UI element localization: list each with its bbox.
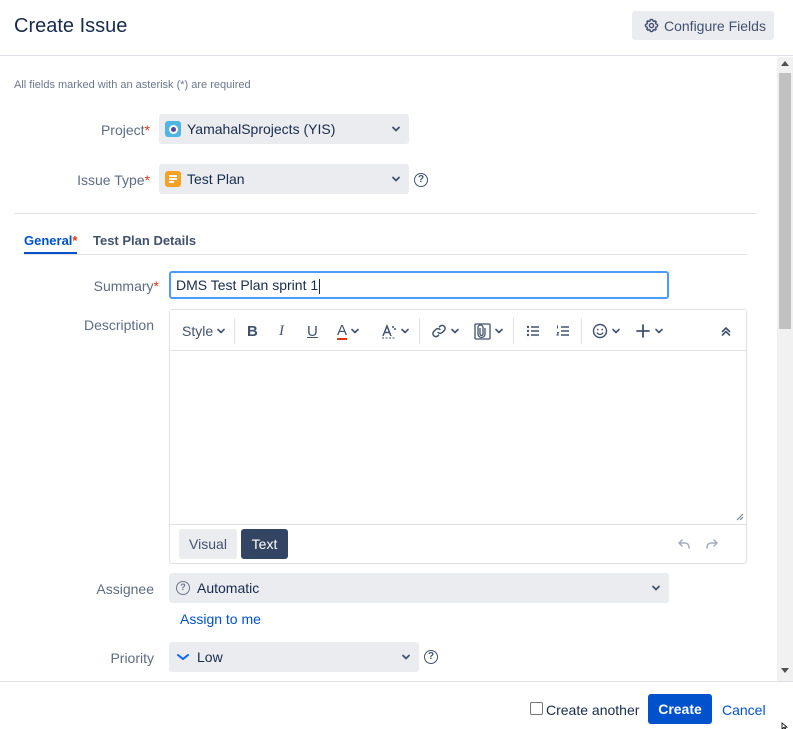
undo-icon[interactable] xyxy=(675,538,691,552)
insert-plus-icon[interactable] xyxy=(635,321,664,341)
priority-value: Low xyxy=(197,649,223,665)
resize-handle-icon[interactable] xyxy=(736,513,744,521)
assignee-select[interactable]: ? Automatic xyxy=(169,573,669,603)
summary-value: DMS Test Plan sprint 1 xyxy=(176,277,319,293)
chevron-down-icon xyxy=(392,176,400,182)
project-select[interactable]: YamahalSprojects (YIS) xyxy=(159,114,409,144)
required-star: * xyxy=(72,233,78,248)
required-star: * xyxy=(144,122,150,138)
chevron-down-icon xyxy=(652,585,660,591)
help-icon[interactable]: ? xyxy=(424,650,438,664)
dialog-body: All fields marked with an asterisk (*) a… xyxy=(0,57,793,681)
toolbar-separator xyxy=(513,318,514,344)
gear-icon xyxy=(644,18,659,33)
style-label: Style xyxy=(182,323,214,339)
assign-to-me-link[interactable]: Assign to me xyxy=(180,611,261,627)
priority-select[interactable]: Low xyxy=(169,642,419,672)
dialog-footer: Create another Create Cancel xyxy=(0,681,793,729)
body-scrollbar[interactable] xyxy=(777,57,793,681)
redo-icon[interactable] xyxy=(705,538,721,552)
scroll-up-arrow-icon[interactable] xyxy=(781,61,789,66)
underline-icon[interactable]: U xyxy=(307,321,318,341)
priority-low-icon xyxy=(177,654,189,660)
toolbar-separator xyxy=(234,318,235,344)
project-label: Project* xyxy=(100,122,150,138)
dialog-title: Create Issue xyxy=(14,15,128,37)
tab-test-plan-details[interactable]: Test Plan Details xyxy=(93,233,196,254)
issue-type-select[interactable]: Test Plan xyxy=(159,164,409,194)
issue-type-label: Issue Type* xyxy=(77,172,150,188)
emoji-icon[interactable] xyxy=(592,321,621,341)
create-another-checkbox[interactable] xyxy=(530,702,543,715)
visual-mode-button[interactable]: Visual xyxy=(179,529,237,559)
numbered-list-icon[interactable] xyxy=(555,321,571,341)
scroll-down-arrow-icon[interactable] xyxy=(781,668,789,673)
summary-input[interactable]: DMS Test Plan sprint 1 xyxy=(169,271,669,299)
summary-label: Summary* xyxy=(93,278,159,294)
dialog-header: Create Issue Configure Fields xyxy=(0,0,793,56)
description-textarea[interactable] xyxy=(170,352,746,524)
field-tabs: General* Test Plan Details xyxy=(24,233,747,255)
bullet-list-icon[interactable] xyxy=(525,321,541,341)
chevron-down-icon xyxy=(392,126,400,132)
issue-type-value: Test Plan xyxy=(187,171,245,187)
style-dropdown[interactable]: Style xyxy=(182,321,226,341)
scrollbar-thumb[interactable] xyxy=(779,73,791,329)
create-another-label[interactable]: Create another xyxy=(546,702,639,718)
chevron-down-icon xyxy=(402,654,410,660)
text-caret xyxy=(319,278,321,294)
text-mode-button[interactable]: Text xyxy=(241,529,288,559)
priority-label: Priority xyxy=(110,650,154,666)
test-plan-icon xyxy=(165,171,181,187)
collapse-toolbar-icon[interactable] xyxy=(720,321,732,341)
italic-icon[interactable]: I xyxy=(279,321,284,341)
bold-icon[interactable]: B xyxy=(247,321,258,341)
divider xyxy=(14,213,756,214)
create-button[interactable]: Create xyxy=(648,694,712,724)
mouse-cursor-icon xyxy=(781,722,789,729)
project-value: YamahalSprojects (YIS) xyxy=(187,121,336,137)
help-icon[interactable]: ? xyxy=(414,173,428,187)
link-icon[interactable] xyxy=(431,321,460,341)
required-note: All fields marked with an asterisk (*) a… xyxy=(14,79,251,91)
more-formatting-icon[interactable] xyxy=(381,321,410,341)
assignee-label: Assignee xyxy=(96,581,154,597)
unknown-user-icon: ? xyxy=(176,581,190,595)
chevron-down-icon xyxy=(217,328,225,334)
attachment-icon[interactable] xyxy=(474,321,504,341)
tab-general[interactable]: General* xyxy=(24,233,78,254)
description-editor: Style B I U A Visual Text xyxy=(169,309,747,564)
configure-fields-label: Configure Fields xyxy=(664,17,766,34)
assignee-value: Automatic xyxy=(197,580,260,596)
required-star: * xyxy=(144,172,150,188)
required-star: * xyxy=(153,278,159,294)
description-label: Description xyxy=(83,317,154,333)
editor-mode-bar: Visual Text xyxy=(170,524,746,564)
project-avatar-icon xyxy=(165,121,181,137)
toolbar-separator xyxy=(419,318,420,344)
toolbar-separator xyxy=(581,318,582,344)
cancel-link[interactable]: Cancel xyxy=(722,702,766,718)
editor-toolbar: Style B I U A xyxy=(170,310,746,351)
text-color-icon[interactable]: A xyxy=(337,321,360,341)
configure-fields-button[interactable]: Configure Fields xyxy=(632,11,774,40)
